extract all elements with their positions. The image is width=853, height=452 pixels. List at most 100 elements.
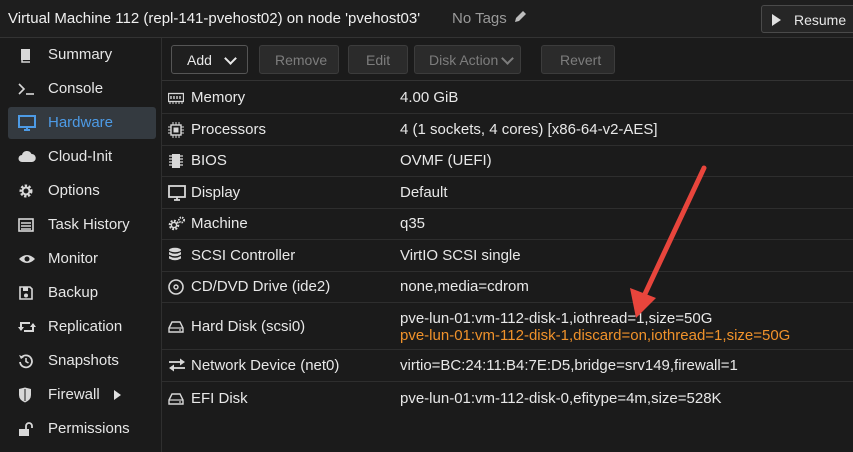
- row-value: OVMF (UEFI): [400, 152, 492, 169]
- add-button-label: Add: [187, 52, 212, 68]
- row-key: Network Device (net0): [191, 357, 340, 374]
- hardware-toolbar: Add Remove Edit Disk Action Revert: [162, 38, 853, 80]
- edit-button-label: Edit: [366, 52, 391, 68]
- hardware-row-scsi-controller[interactable]: SCSI Controller VirtIO SCSI single: [162, 240, 853, 272]
- hardware-row-display[interactable]: Display Default: [162, 177, 853, 209]
- sidebar-item-label: Hardware: [48, 114, 114, 131]
- row-key: SCSI Controller: [191, 247, 296, 264]
- disk-action-label: Disk Action: [429, 52, 499, 68]
- resume-button[interactable]: Resume: [761, 5, 853, 33]
- sidebar-item-label: Task History: [48, 216, 130, 233]
- expand-caret-icon[interactable]: [114, 390, 121, 400]
- hardware-row-hard-disk[interactable]: Hard Disk (scsi0) pve-lun-01:vm-112-disk…: [162, 303, 853, 350]
- sidebar-item-options[interactable]: Options: [8, 175, 156, 207]
- hardware-row-processors[interactable]: Processors 4 (1 sockets, 4 cores) [x86-6…: [162, 114, 853, 146]
- sidebar-item-replication[interactable]: Replication: [8, 311, 156, 343]
- shield-icon: [18, 387, 34, 403]
- sidebar-item-label: Options: [48, 182, 100, 199]
- book-icon: [18, 47, 34, 63]
- hdd-icon: [168, 320, 184, 334]
- sidebar-item-label: Monitor: [48, 250, 99, 267]
- revert-button[interactable]: Revert: [541, 45, 615, 74]
- memory-icon: [167, 91, 185, 105]
- remove-button-label: Remove: [275, 52, 328, 68]
- hardware-row-efi-disk[interactable]: EFI Disk pve-lun-01:vm-112-disk-0,efityp…: [162, 382, 853, 414]
- row-value: pve-lun-01:vm-112-disk-1,iothread=1,size…: [400, 310, 713, 327]
- play-icon: [772, 14, 781, 26]
- row-value: pve-lun-01:vm-112-disk-0,efitype=4m,size…: [400, 390, 722, 407]
- history-icon: [18, 353, 34, 369]
- floppy-icon: [18, 285, 34, 301]
- row-pending-value: pve-lun-01:vm-112-disk-1,discard=on,ioth…: [400, 327, 791, 344]
- cogs-icon: [168, 216, 185, 231]
- sidebar-item-console[interactable]: Console: [8, 73, 156, 105]
- hardware-row-cdrom[interactable]: CD/DVD Drive (ide2) none,media=cdrom: [162, 272, 853, 303]
- hardware-row-network[interactable]: Network Device (net0) virtio=BC:24:11:B4…: [162, 350, 853, 382]
- hardware-row-bios[interactable]: BIOS OVMF (UEFI): [162, 146, 853, 177]
- exchange-icon: [168, 358, 185, 372]
- pencil-icon[interactable]: [514, 10, 527, 27]
- list-icon: [18, 217, 34, 233]
- hardware-grid: Memory 4.00 GiB Processors 4 (1 sockets,…: [162, 80, 853, 452]
- tags-label: No Tags: [452, 10, 507, 27]
- cdrom-icon: [168, 279, 184, 295]
- add-button[interactable]: Add: [171, 45, 248, 74]
- cpu-icon: [168, 122, 184, 138]
- eye-icon: [18, 251, 35, 267]
- database-icon: [168, 247, 184, 261]
- sidebar-item-monitor[interactable]: Monitor: [8, 243, 156, 275]
- row-key: Hard Disk (scsi0): [191, 318, 306, 335]
- row-value: 4.00 GiB: [400, 89, 459, 106]
- hdd-icon: [168, 392, 184, 406]
- retweet-icon: [18, 319, 36, 335]
- terminal-icon: [18, 81, 34, 97]
- row-key: Machine: [191, 215, 248, 232]
- sidebar-item-label: Snapshots: [48, 352, 119, 369]
- row-value: VirtIO SCSI single: [400, 247, 521, 264]
- sidebar: Summary Console Hardware Cloud-Init Opti…: [0, 38, 162, 452]
- sidebar-item-snapshots[interactable]: Snapshots: [8, 345, 156, 377]
- hardware-row-machine[interactable]: Machine q35: [162, 209, 853, 240]
- row-value: none,media=cdrom: [400, 278, 529, 295]
- edit-button[interactable]: Edit: [348, 45, 408, 74]
- sidebar-item-hardware[interactable]: Hardware: [8, 107, 156, 139]
- sidebar-item-summary[interactable]: Summary: [8, 39, 156, 71]
- sidebar-item-label: Permissions: [48, 420, 130, 437]
- sidebar-item-label: Summary: [48, 46, 113, 63]
- sidebar-item-label: Cloud-Init: [48, 148, 113, 165]
- sidebar-item-label: Replication: [48, 318, 123, 335]
- chevron-down-icon: [501, 52, 514, 65]
- microchip-icon: [168, 153, 184, 168]
- cloud-icon: [18, 149, 36, 165]
- monitor-icon: [168, 185, 186, 201]
- sidebar-item-task-history[interactable]: Task History: [8, 209, 156, 241]
- row-value: virtio=BC:24:11:B4:7E:D5,bridge=srv149,f…: [400, 357, 738, 374]
- gear-icon: [18, 183, 34, 199]
- row-key: CD/DVD Drive (ide2): [191, 278, 331, 295]
- resume-label: Resume: [794, 12, 847, 28]
- tags-area[interactable]: No Tags: [452, 10, 527, 27]
- chevron-down-icon: [224, 52, 237, 65]
- row-value: 4 (1 sockets, 4 cores) [x86-64-v2-AES]: [400, 121, 658, 138]
- remove-button[interactable]: Remove: [259, 45, 339, 74]
- row-key: BIOS: [191, 152, 227, 169]
- revert-button-label: Revert: [560, 52, 602, 68]
- sidebar-item-permissions[interactable]: Permissions: [8, 413, 156, 445]
- disk-action-button[interactable]: Disk Action: [414, 45, 521, 74]
- title-bar: Virtual Machine 112 (repl-141-pvehost02)…: [0, 0, 853, 38]
- row-key: Display: [191, 184, 241, 201]
- desktop-icon: [18, 115, 36, 131]
- row-key: Processors: [191, 121, 267, 138]
- row-key: EFI Disk: [191, 390, 248, 407]
- sidebar-item-label: Console: [48, 80, 104, 97]
- sidebar-item-label: Backup: [48, 284, 99, 301]
- row-value: Default: [400, 184, 448, 201]
- sidebar-item-label: Firewall: [48, 386, 100, 403]
- hardware-row-memory[interactable]: Memory 4.00 GiB: [162, 81, 853, 114]
- vm-title: Virtual Machine 112 (repl-141-pvehost02)…: [8, 10, 421, 27]
- row-value: q35: [400, 215, 426, 232]
- sidebar-item-cloud-init[interactable]: Cloud-Init: [8, 141, 156, 173]
- row-key: Memory: [191, 89, 246, 106]
- sidebar-item-firewall[interactable]: Firewall: [8, 379, 156, 411]
- sidebar-item-backup[interactable]: Backup: [8, 277, 156, 309]
